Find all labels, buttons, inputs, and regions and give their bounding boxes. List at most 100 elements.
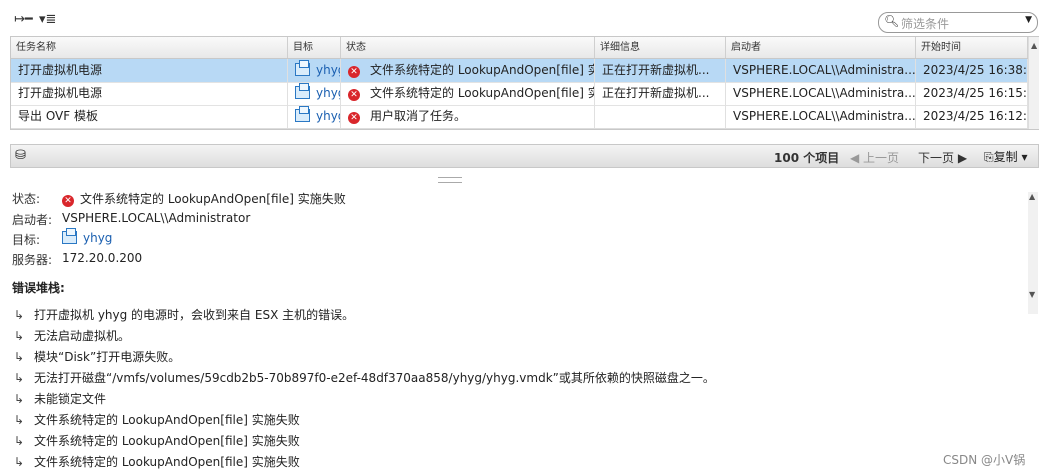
initiator-cell: VSPHERE.LOCAL\\Administra... [726,59,916,82]
target-link[interactable]: yhyg [316,109,340,123]
initiator-cell: VSPHERE.LOCAL\\Administra... [726,82,916,105]
chevron-down-icon[interactable]: ▼ [1025,15,1032,25]
copy-button[interactable]: ⎘复制 ▾ [984,148,1027,165]
filter-placeholder: 筛选条件 [901,17,950,31]
target-cell[interactable]: yhyg [288,59,341,82]
status-text: 文件系统特定的 LookupAndOpen[file] 实 [370,86,595,100]
error-icon: ✕ [62,195,74,207]
status-cell: ✕ 用户取消了任务。 [341,105,595,128]
details-cell: 正在打开新虚拟机... [595,59,726,82]
pager-bar: ⛁ 100 个项目 ◀ 上一页 下一页 ▶ ⎘复制 ▾ [10,144,1039,168]
column-header-target[interactable]: 目标 [288,37,341,58]
target-link[interactable]: yhyg [316,63,340,77]
vm-icon [295,83,310,99]
column-header-initiator[interactable]: 启动者 [726,37,916,58]
sub-arrow-icon: ↳ [14,455,25,469]
chevron-down-icon: ▾ [1017,150,1028,164]
error-stack-title: 错误堆栈: [12,281,65,295]
start-time-cell: 2023/4/25 16:15:08 [916,82,1028,105]
target-cell[interactable]: yhyg [288,105,341,128]
stack-text: 文件系统特定的 LookupAndOpen[file] 实施失败 [34,434,300,448]
vm-icon [295,60,310,76]
stack-item: ↳ 文件系统特定的 LookupAndOpen[file] 实施失败 [14,453,300,470]
task-name-cell: 打开虚拟机电源 [11,59,288,82]
error-icon: ✕ [348,66,360,78]
stack-item: ↳ 无法打开磁盘“/vmfs/volumes/59cdb2b5-70b897f0-… [14,369,715,386]
error-icon: ✕ [348,89,360,101]
table-header: 任务名称 目标 状态 详细信息 启动者 开始时间 [11,37,1039,59]
table-row[interactable]: 打开虚拟机电源 yhyg ✕ 文件系统特定的 LookupAndOpen[file… [11,82,1039,106]
initiator-label: 启动者: [12,213,53,227]
column-header-task-name[interactable]: 任务名称 [11,37,288,58]
status-label: 状态: [12,192,41,206]
stack-text: 文件系统特定的 LookupAndOpen[file] 实施失败 [34,413,300,427]
sub-arrow-icon: ↳ [14,329,25,343]
prev-arrow-icon: ◀ [850,151,864,165]
status-text: 文件系统特定的 LookupAndOpen[file] 实 [370,63,595,77]
scroll-up-icon[interactable]: ▲ [1029,192,1035,201]
stack-item: ↳ 未能锁定文件 [14,390,106,407]
collapse-icon[interactable]: ↦━ [14,12,33,27]
target-link[interactable]: yhyg [316,86,340,100]
stack-text: 无法启动虚拟机。 [34,329,131,343]
sub-arrow-icon: ↳ [14,371,25,385]
target-cell[interactable]: yhyg [288,82,341,105]
server-label: 服务器: [12,253,53,267]
filter-input[interactable]: 🔍︎ 筛选条件 ▼ [878,12,1038,33]
stack-text: 无法打开磁盘“/vmfs/volumes/59cdb2b5-70b897f0-e… [34,371,715,385]
scroll-up-icon[interactable]: ▲ [1031,41,1037,50]
column-header-details[interactable]: 详细信息 [595,37,726,58]
status-cell: ✕ 文件系统特定的 LookupAndOpen[file] 实 [341,59,595,82]
next-page-button[interactable]: 下一页 ▶ [918,149,967,166]
vm-icon [62,228,77,244]
stack-item: ↳ 无法启动虚拟机。 [14,327,130,344]
initiator-value: VSPHERE.LOCAL\\Administrator [62,211,251,225]
binoculars-icon[interactable]: ⛁ [15,148,26,163]
column-header-start-time[interactable]: 开始时间 [916,37,1028,58]
stack-text: 未能锁定文件 [34,392,107,406]
stack-item: ↳ 打开虚拟机 yhyg 的电源时，会收到来自 ESX 主机的错误。 [14,306,354,323]
sub-arrow-icon: ↳ [14,308,25,322]
detail-vertical-scrollbar[interactable]: ▲ ▼ [1028,192,1038,314]
next-page-label: 下一页 [918,151,955,165]
status-text: 用户取消了任务。 [370,109,467,123]
table-row[interactable]: 打开虚拟机电源 yhyg ✕ 文件系统特定的 LookupAndOpen[file… [11,59,1039,83]
target-label: 目标: [12,233,41,247]
vertical-scrollbar[interactable]: ▲ [1028,37,1039,129]
prev-page-label: 上一页 [863,151,900,165]
copy-label: 复制 [993,150,1018,164]
sub-arrow-icon: ↳ [14,413,25,427]
task-detail-pane: 状态: ✕ 文件系统特定的 LookupAndOpen[file] 实施失败 启动… [10,186,1039,474]
start-time-cell: 2023/4/25 16:38:04 [916,59,1028,82]
target-value[interactable]: yhyg [62,228,112,245]
pane-splitter[interactable] [438,177,462,183]
copy-icon: ⎘ [984,150,994,164]
scroll-down-icon[interactable]: ▼ [1029,290,1035,299]
prev-page-button[interactable]: ◀ 上一页 [850,149,899,166]
list-view-icon[interactable]: ▾≣ [39,12,56,27]
sub-arrow-icon: ↳ [14,350,25,364]
sub-arrow-icon: ↳ [14,392,25,406]
target-link[interactable]: yhyg [83,231,112,245]
column-header-status[interactable]: 状态 [341,37,595,58]
stack-item: ↳ 模块“Disk”打开电源失败。 [14,348,180,365]
start-time-cell: 2023/4/25 16:12:10 [916,105,1028,128]
stack-item: ↳ 文件系统特定的 LookupAndOpen[file] 实施失败 [14,432,300,449]
stack-text: 文件系统特定的 LookupAndOpen[file] 实施失败 [34,455,300,469]
stack-item: ↳ 文件系统特定的 LookupAndOpen[file] 实施失败 [14,411,300,428]
stack-text: 打开虚拟机 yhyg 的电源时，会收到来自 ESX 主机的错误。 [34,308,355,322]
vm-icon [295,106,310,122]
initiator-cell: VSPHERE.LOCAL\\Administra... [726,105,916,128]
details-cell [595,105,726,128]
status-cell: ✕ 文件系统特定的 LookupAndOpen[file] 实 [341,82,595,105]
stack-text: 模块“Disk”打开电源失败。 [34,350,181,364]
table-row[interactable]: 导出 OVF 模板 yhyg ✕ 用户取消了任务。 VSPHERE.LOCAL\\… [11,105,1039,129]
search-icon: 🔍︎ [884,14,900,28]
watermark: CSDN @小V锅 [943,453,1026,467]
server-value: 172.20.0.200 [62,251,143,265]
status-value-text: 文件系统特定的 LookupAndOpen[file] 实施失败 [80,192,346,206]
next-arrow-icon: ▶ [954,151,968,165]
horizontal-scrollbar[interactable]: ◀ ▶ [11,128,1028,129]
error-icon: ✕ [348,112,360,124]
status-value: ✕ 文件系统特定的 LookupAndOpen[file] 实施失败 [62,190,346,207]
